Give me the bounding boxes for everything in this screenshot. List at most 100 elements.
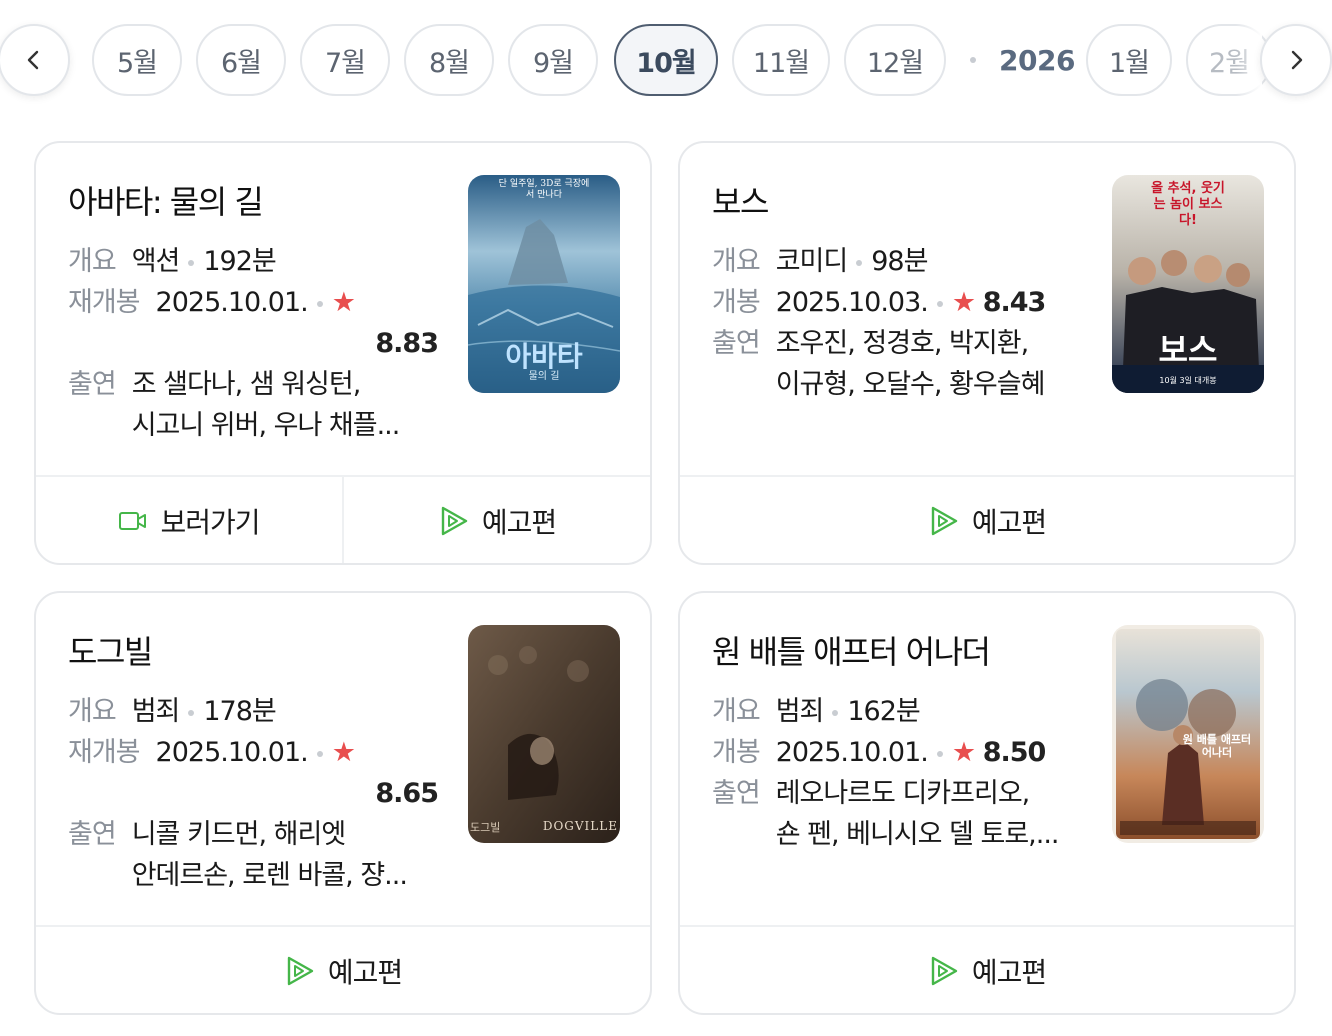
month-navigation: 5월 6월 7월 8월 9월 10월 11월 12월 2026 1월 2월	[0, 0, 1332, 120]
movie-title[interactable]: 아바타: 물의 길	[68, 177, 264, 223]
trailer-label: 예고편	[971, 506, 1047, 539]
month-7[interactable]: 7월	[300, 24, 390, 96]
month-11[interactable]: 11월	[732, 24, 830, 96]
watch-button[interactable]: 보러가기	[36, 477, 342, 563]
dot-separator	[316, 300, 323, 307]
trailer-button[interactable]: 예고편	[342, 477, 650, 563]
rating-score: 8.65	[375, 778, 439, 809]
movie-poster[interactable]: DOGVILLE 도그빌	[468, 625, 620, 843]
movie-poster[interactable]: 단 일주일, 3D로 극장에서 만나다 아바타 물의 길	[468, 175, 620, 393]
movie-info: 개요 범죄 162분 개봉 2025.10.01. ★ 8.50 출연 레오나르도 …	[712, 691, 1102, 855]
chevron-left-icon	[27, 50, 39, 70]
cast-label: 출연	[68, 369, 117, 400]
chevron-right-icon	[1291, 50, 1303, 70]
movie-info: 개요 범죄 178분 재개봉 2025.10.01. ★ 8.65 출연 니콜 키드먼…	[68, 691, 439, 896]
dot-separator	[856, 259, 863, 266]
genre: 액션	[131, 246, 181, 277]
prev-month-button[interactable]	[0, 24, 70, 96]
month-5[interactable]: 5월	[92, 24, 182, 96]
movie-card-body[interactable]: 원 배틀 애프터 어나더 개요 범죄 162분 개봉 2025.10.01. ★ 8…	[680, 593, 1294, 925]
month-6[interactable]: 6월	[196, 24, 286, 96]
overview-row: 개요 범죄 178분	[68, 691, 438, 732]
dot-separator	[188, 709, 195, 716]
cast-value: 조 샐다나, 샘 워싱턴, 시고니 위버, 우나 채플...	[132, 364, 422, 446]
poster-subtitle: 10월 3일 대개봉	[1159, 376, 1217, 385]
overview-row: 개요 코미디 98분	[712, 241, 1102, 282]
play-icon	[441, 506, 468, 536]
cast-line-2: 안데르손, 로렌 바콜, 쟝...	[131, 860, 408, 891]
month-7-label: 7월	[324, 47, 366, 79]
month-1[interactable]: 1월	[1086, 24, 1172, 96]
year-label: 2026	[999, 43, 1075, 77]
runtime: 98분	[871, 246, 928, 277]
cast-line-2: 이규형, 오달수, 황우슬혜	[775, 369, 1046, 400]
overview-label: 개요	[68, 246, 117, 277]
month-6-label: 6월	[220, 47, 262, 79]
release-row: 개봉 2025.10.01. ★ 8.50	[712, 732, 1102, 773]
genre: 코미디	[775, 246, 849, 277]
genre: 범죄	[775, 696, 825, 727]
overview-row: 개요 범죄 162분	[712, 691, 1102, 732]
runtime: 162분	[847, 696, 920, 727]
movie-title[interactable]: 보스	[712, 177, 769, 223]
star-icon: ★	[951, 737, 976, 768]
trailer-label: 예고편	[971, 956, 1047, 989]
movie-card-one-battle-after-another: 원 배틀 애프터 어나더 개요 범죄 162분 개봉 2025.10.01. ★ 8…	[678, 591, 1296, 1015]
movie-card-body[interactable]: 도그빌 개요 범죄 178분 재개봉 2025.10.01. ★ 8.65 출연 니콜…	[36, 593, 650, 925]
cast-row: 출연 조 샐다나, 샘 워싱턴, 시고니 위버, 우나 채플...	[68, 364, 438, 446]
overview-value: 액션 192분	[131, 241, 277, 282]
cast-line-1: 레오나르도 디카프리오,	[775, 778, 1031, 809]
month-12-label: 12월	[866, 47, 924, 79]
release-row: 재개봉 2025.10.01. ★ 8.65	[68, 732, 439, 814]
poster-tagline: 단 일주일, 3D로 극장에서 만나다	[498, 179, 590, 200]
genre: 범죄	[131, 696, 181, 727]
trailer-label: 예고편	[481, 506, 557, 539]
cast-row: 출연 레오나르도 디카프리오, 숀 펜, 베니시오 델 토로,...	[712, 773, 1102, 855]
poster-subtitle: 도그빌	[470, 821, 501, 834]
movie-card-boss: 보스 개요 코미디 98분 개봉 2025.10.03. ★ 8.43 출연 조우진…	[678, 141, 1296, 565]
overview-value: 코미디 98분	[775, 241, 929, 282]
year-separator-dot	[970, 57, 976, 63]
trailer-button[interactable]: 예고편	[36, 927, 650, 1013]
cast-label: 출연	[68, 819, 117, 850]
cast-line-2: 숀 펜, 베니시오 델 토로,...	[775, 819, 1060, 850]
overview-label: 개요	[68, 696, 117, 727]
release-label: 재개봉	[68, 737, 141, 768]
rating-score: 8.43	[982, 287, 1047, 318]
runtime: 178분	[203, 696, 276, 727]
movie-title[interactable]: 원 배틀 애프터 어나더	[712, 627, 991, 673]
poster-image	[468, 625, 620, 843]
next-month-button[interactable]	[1260, 24, 1332, 96]
right-fade	[1236, 20, 1262, 100]
movie-poster[interactable]: 원 배틀 애프터 어나더	[1112, 625, 1264, 843]
month-9[interactable]: 9월	[508, 24, 598, 96]
cast-line-1: 조 샐다나, 샘 워싱턴,	[131, 369, 362, 400]
release-label: 개봉	[712, 737, 761, 768]
card-actions: 보러가기 예고편	[36, 475, 650, 563]
movie-card-body[interactable]: 보스 개요 코미디 98분 개봉 2025.10.03. ★ 8.43 출연 조우진…	[680, 143, 1294, 475]
release-value: 2025.10.01. ★ 8.50	[775, 732, 1047, 773]
month-8[interactable]: 8월	[404, 24, 494, 96]
overview-label: 개요	[712, 696, 761, 727]
movie-card-avatar: 아바타: 물의 길 개요 액션 192분 재개봉 2025.10.01. ★ 8.83…	[34, 141, 652, 565]
movie-card-body[interactable]: 아바타: 물의 길 개요 액션 192분 재개봉 2025.10.01. ★ 8.83…	[36, 143, 650, 475]
trailer-button[interactable]: 예고편	[680, 927, 1294, 1013]
month-1-label: 1월	[1108, 47, 1150, 79]
rating-score: 8.83	[375, 328, 439, 359]
trailer-button[interactable]: 예고편	[680, 477, 1294, 563]
month-12[interactable]: 12월	[844, 24, 946, 96]
release-row: 개봉 2025.10.03. ★ 8.43	[712, 282, 1102, 323]
release-date: 2025.10.01.	[155, 287, 309, 318]
release-date: 2025.10.01.	[155, 737, 309, 768]
month-10[interactable]: 10월	[614, 24, 718, 96]
overview-row: 개요 액션 192분	[68, 241, 438, 282]
release-date: 2025.10.01.	[775, 737, 929, 768]
movie-poster[interactable]: 올 추석, 웃기는 놈이 보스다! 보스 10월 3일 대개봉	[1112, 175, 1264, 393]
dot-separator	[936, 750, 943, 757]
cast-line-1: 조우진, 정경호, 박지환,	[775, 328, 1029, 359]
overview-value: 범죄 162분	[775, 691, 921, 732]
dot-separator	[316, 750, 323, 757]
dot-separator	[832, 709, 839, 716]
movie-title[interactable]: 도그빌	[68, 627, 153, 673]
poster-subtitle: 물의 길	[528, 371, 560, 382]
